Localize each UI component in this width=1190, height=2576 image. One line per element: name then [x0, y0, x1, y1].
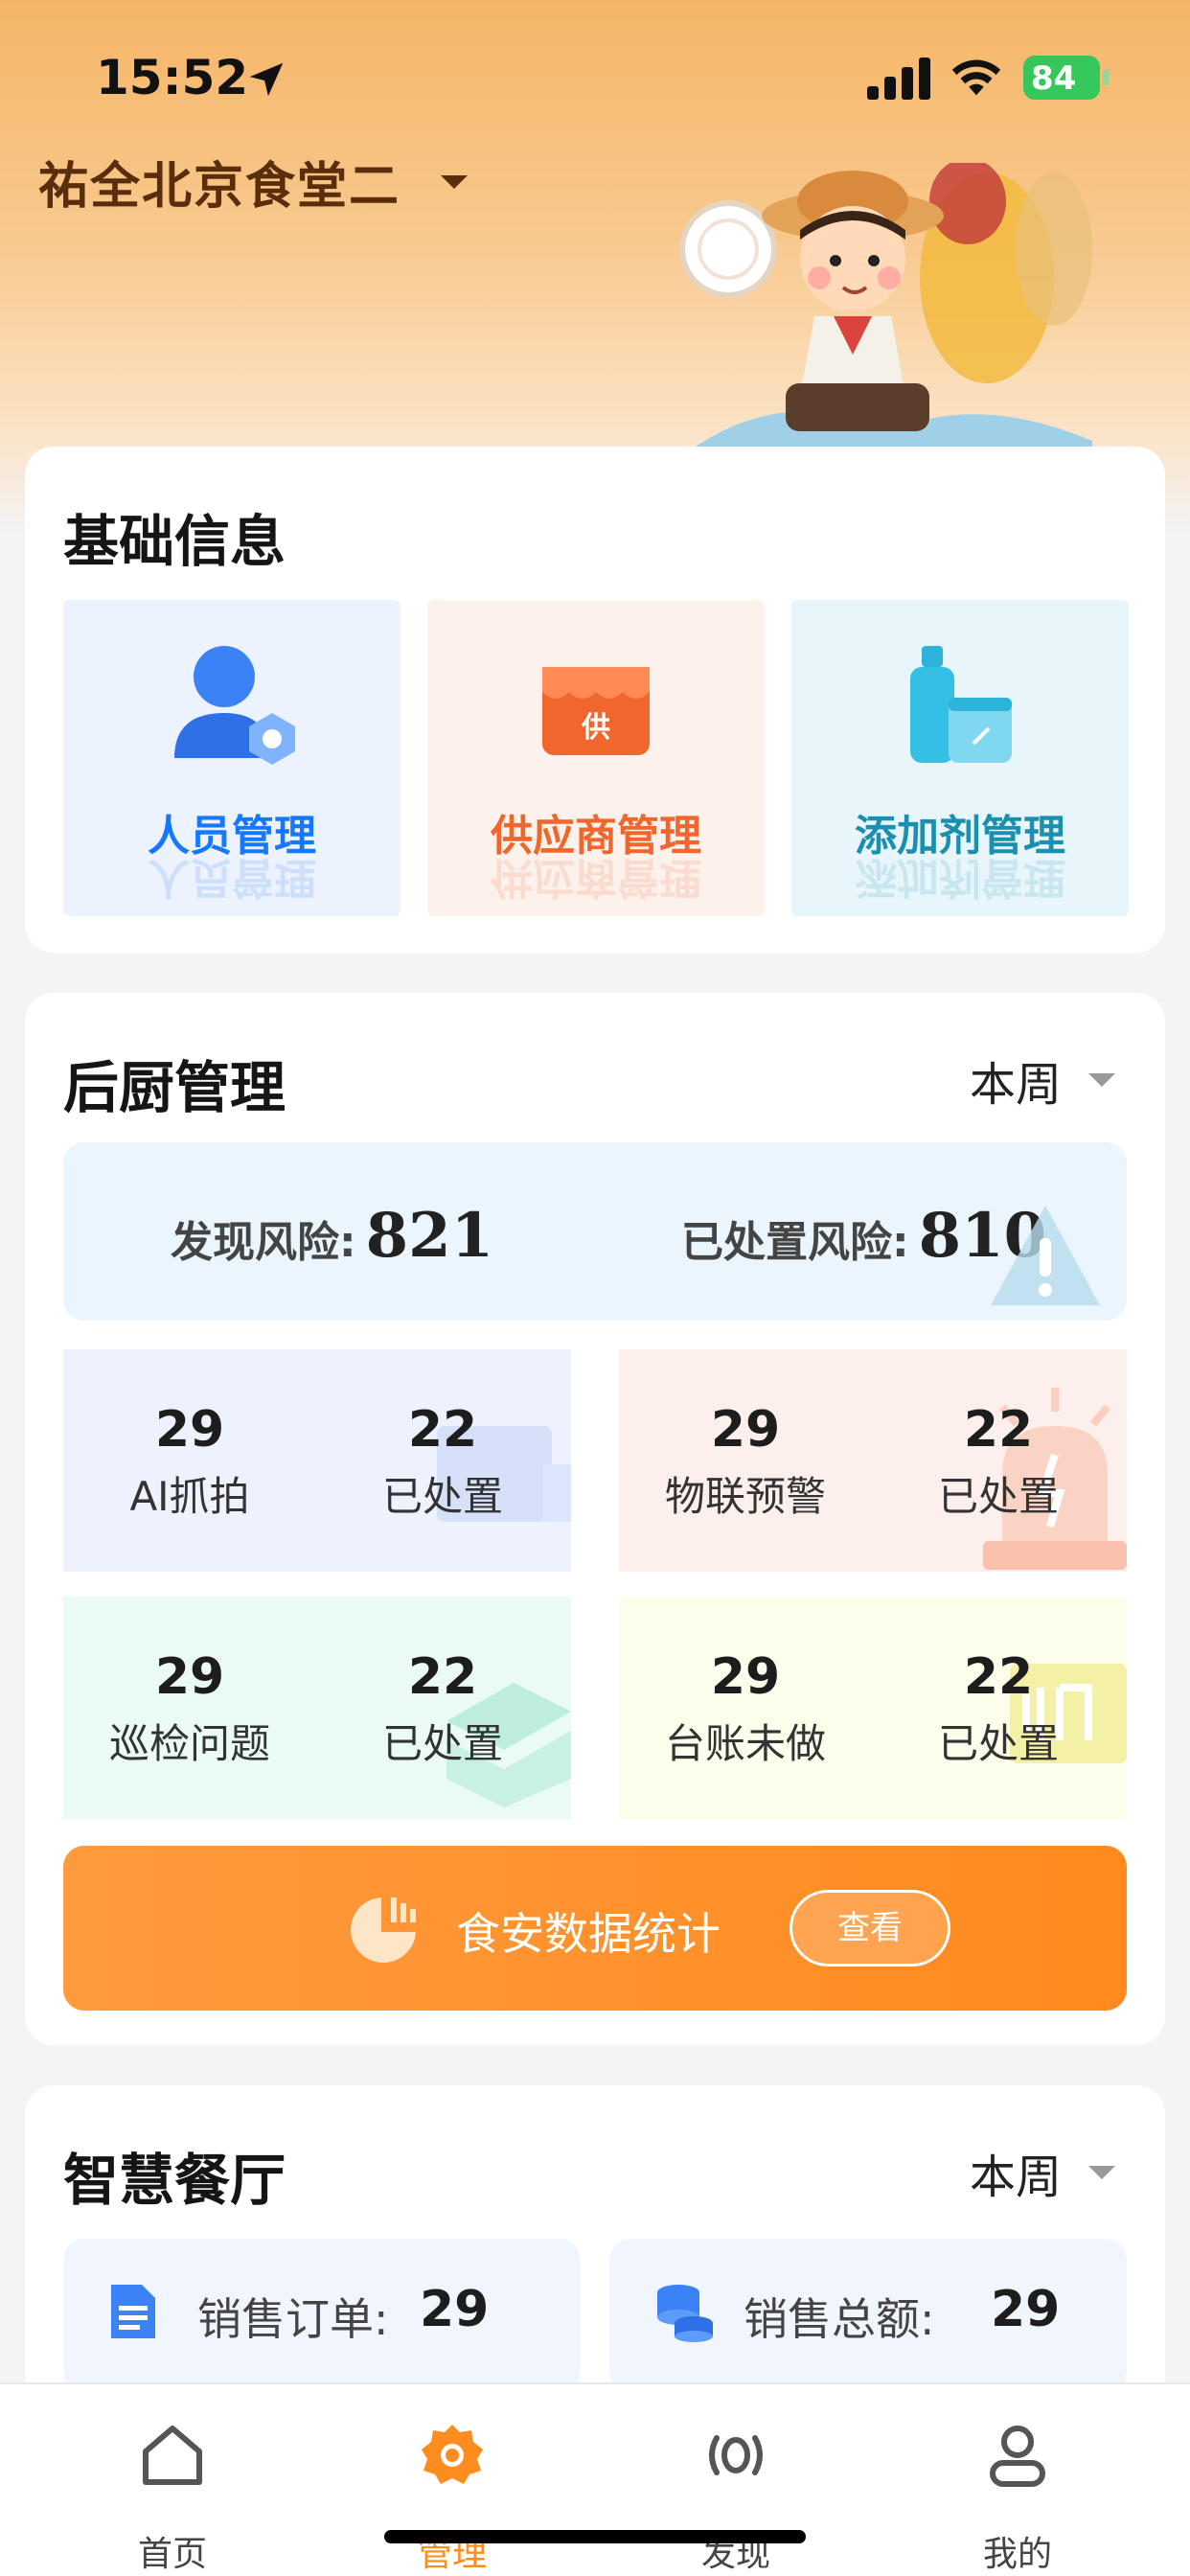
coins-icon — [657, 2285, 713, 2342]
tile-staff-management[interactable]: 人员管理 人员管理 — [63, 600, 400, 916]
food-safety-stats-banner[interactable]: 食安数据统计 查看 — [63, 1846, 1127, 2011]
sales-orders-label: 销售订单: — [197, 2293, 389, 2345]
risk-found: 发现风险: 821 — [171, 1200, 493, 1272]
tile-label-reflection: 添加剂管理 — [855, 853, 1065, 902]
stat-count-col: 29 巡检问题 — [75, 1648, 305, 1770]
period-label: 本周 — [969, 1058, 1062, 1112]
kitchen-title: 后厨管理 — [63, 1055, 286, 1120]
tab-manage[interactable]: 管理 — [356, 2384, 548, 2576]
tab-discover[interactable]: 发现 — [640, 2384, 832, 2576]
user-icon — [990, 2426, 1045, 2487]
tab-label: 首页 — [137, 2535, 207, 2574]
stat-handled-col: 22 已处置 — [328, 1648, 558, 1770]
stat-label: AI抓拍 — [129, 1473, 250, 1520]
pie-chart-icon — [351, 1898, 416, 1963]
stat-count: 29 — [154, 1648, 225, 1706]
stat-handled-label: 已处置 — [381, 1720, 503, 1767]
stat-handled-label: 已处置 — [937, 1720, 1059, 1767]
supplier-shop-icon: 供 — [542, 667, 650, 755]
tile-additive-management[interactable]: 添加剂管理 添加剂管理 — [791, 600, 1129, 916]
status-bar: 15:52 84 — [0, 0, 1190, 153]
risk-found-label: 发现风险: — [171, 1218, 356, 1267]
chevron-down-icon — [1088, 2166, 1115, 2179]
tile-label-reflection: 供应商管理 — [491, 853, 701, 902]
stat-ledger-undone[interactable]: 29 台账未做 22 已处置 — [619, 1597, 1127, 1819]
basic-info-card: 基础信息 人员管理 人员管理 供 供应商管理 供应商管理 添加剂管理 添加剂管理 — [25, 447, 1165, 953]
battery-indicator: 84 — [1023, 56, 1110, 100]
risk-found-value: 821 — [365, 1200, 494, 1272]
stat-count-col: 29 台账未做 — [630, 1648, 860, 1770]
basic-info-title: 基础信息 — [63, 509, 286, 574]
smart-title: 智慧餐厅 — [63, 2148, 286, 2213]
stat-count-col: 29 AI抓拍 — [75, 1401, 305, 1523]
kitchen-period-selector[interactable]: 本周 — [970, 1046, 1115, 1114]
stat-count: 29 — [710, 1401, 781, 1459]
tab-mine[interactable]: 我的 — [922, 2384, 1113, 2576]
food-safety-stats-label: 食安数据统计 — [456, 1908, 721, 1960]
stat-handled-col: 22 已处置 — [883, 1401, 1113, 1523]
smart-period-selector[interactable]: 本周 — [970, 2139, 1115, 2206]
stat-label: 物联预警 — [664, 1473, 826, 1520]
stat-handled-col: 22 已处置 — [328, 1401, 558, 1523]
sales-total-label: 销售总额: — [744, 2293, 935, 2345]
cellular-signal-icon — [867, 58, 930, 100]
canteen-selector[interactable]: 祐全北京食堂二 — [38, 146, 469, 218]
stat-handled-label: 已处置 — [937, 1473, 1059, 1520]
gear-icon — [422, 2425, 483, 2484]
stat-handled-count: 22 — [407, 1401, 478, 1459]
home-icon — [143, 2426, 202, 2485]
bottom-tab-bar: 首页 管理 发现 我的 — [0, 2382, 1190, 2576]
status-time: 15:52 — [96, 50, 249, 105]
period-label: 本周 — [969, 2150, 1062, 2204]
stat-handled-label: 已处置 — [381, 1473, 503, 1520]
broadcast-icon — [709, 2435, 763, 2475]
chevron-down-icon — [1088, 1073, 1115, 1087]
document-icon — [111, 2285, 155, 2338]
stat-handled-col: 22 已处置 — [883, 1648, 1113, 1770]
mascot-illustration — [679, 163, 1092, 450]
stat-inspection-issues[interactable]: 29 巡检问题 22 已处置 — [63, 1597, 571, 1819]
location-arrow-icon — [249, 62, 284, 97]
stat-handled-count: 22 — [407, 1648, 478, 1706]
view-button[interactable]: 查看 — [790, 1890, 950, 1966]
stat-handled-count: 22 — [963, 1648, 1034, 1706]
stat-handled-count: 22 — [963, 1401, 1034, 1459]
bottle-jar-icon — [910, 646, 1012, 763]
battery-level: 84 — [1031, 59, 1077, 98]
stat-label: 台账未做 — [664, 1720, 826, 1767]
tile-label-reflection: 人员管理 — [148, 853, 316, 902]
warning-icon — [991, 1206, 1100, 1305]
risk-summary: 发现风险: 821 已处置风险: 810 — [63, 1142, 1127, 1321]
stat-label: 巡检问题 — [108, 1720, 270, 1767]
risk-handled-label: 已处置风险: — [681, 1218, 909, 1267]
wifi-icon — [951, 59, 1001, 96]
chevron-down-icon — [441, 174, 469, 189]
person-gear-icon — [174, 646, 295, 765]
supplier-icon-text: 供 — [581, 711, 610, 745]
sales-orders-value: 29 — [420, 2281, 490, 2338]
sales-total-value: 29 — [991, 2281, 1061, 2338]
stat-iot-alert[interactable]: 29 物联预警 22 已处置 — [619, 1349, 1127, 1572]
canteen-name: 祐全北京食堂二 — [38, 158, 401, 216]
sales-orders[interactable]: 销售订单: 29 — [63, 2239, 581, 2392]
tab-label: 我的 — [982, 2535, 1052, 2574]
kitchen-management-card: 后厨管理 本周 发现风险: 821 已处置风险: 810 29 AI抓拍 22 — [25, 993, 1165, 2045]
stat-count: 29 — [154, 1401, 225, 1459]
sales-total[interactable]: 销售总额: 29 — [609, 2239, 1127, 2392]
tile-supplier-management[interactable]: 供 供应商管理 供应商管理 — [427, 600, 765, 916]
tab-home[interactable]: 首页 — [77, 2384, 268, 2576]
stat-count-col: 29 物联预警 — [630, 1401, 860, 1523]
stat-ai-capture[interactable]: 29 AI抓拍 22 已处置 — [63, 1349, 571, 1572]
home-indicator — [384, 2530, 806, 2543]
stat-count: 29 — [710, 1648, 781, 1706]
